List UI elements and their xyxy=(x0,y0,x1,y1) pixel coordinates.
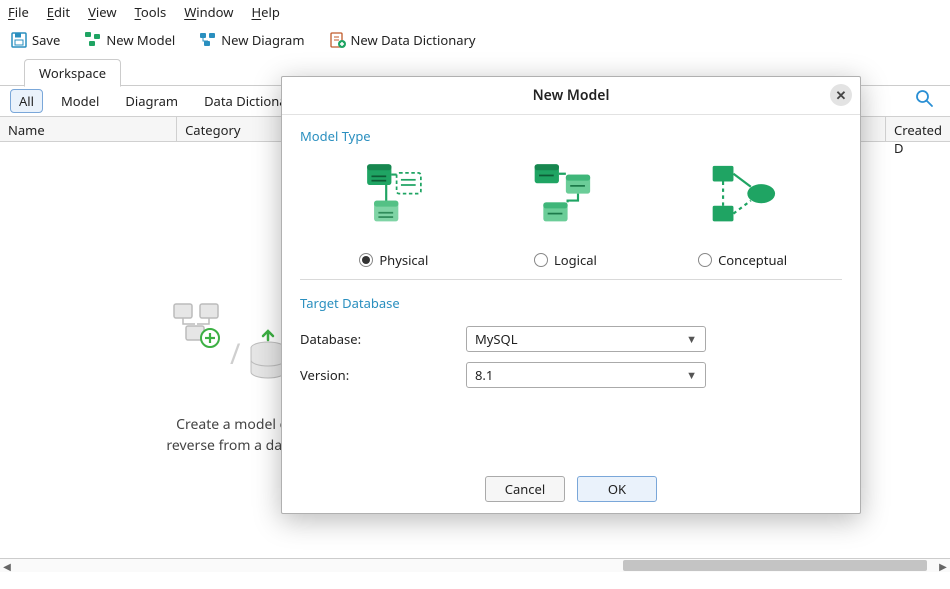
new-diagram-icon xyxy=(199,31,217,49)
chevron-down-icon: ▼ xyxy=(686,332,697,347)
filter-pills: All Model Diagram Data Dictionary xyxy=(10,89,307,113)
version-value: 8.1 xyxy=(475,366,493,384)
filter-all[interactable]: All xyxy=(10,89,43,113)
chevron-down-icon: ▼ xyxy=(686,368,697,383)
radio-logical[interactable]: Logical xyxy=(534,251,597,269)
version-select[interactable]: 8.1 ▼ xyxy=(466,362,706,388)
menu-tools[interactable]: Tools xyxy=(135,3,167,21)
save-label: Save xyxy=(32,31,60,49)
scroll-thumb[interactable] xyxy=(623,560,927,571)
scroll-left-arrow[interactable]: ◀ xyxy=(0,559,14,572)
model-type-physical[interactable]: Physical xyxy=(355,159,433,269)
database-value: MySQL xyxy=(475,330,518,348)
database-label: Database: xyxy=(300,330,466,348)
radio-physical-label: Physical xyxy=(379,251,428,269)
dialog-title: New Model xyxy=(533,86,610,105)
empty-state-line1: Create a model or xyxy=(176,415,294,434)
save-icon xyxy=(10,31,28,49)
ok-button[interactable]: OK xyxy=(577,476,657,502)
menu-help[interactable]: Help xyxy=(252,3,280,21)
radio-dot-icon xyxy=(534,253,548,267)
dialog-button-row: Cancel OK xyxy=(282,465,860,513)
svg-text:/: / xyxy=(230,335,241,373)
radio-conceptual[interactable]: Conceptual xyxy=(698,251,787,269)
close-icon: ✕ xyxy=(836,86,847,104)
physical-icon xyxy=(355,159,433,237)
dialog-titlebar: New Model ✕ xyxy=(282,77,860,115)
section-target-database: Target Database xyxy=(300,294,842,312)
section-model-type: Model Type xyxy=(300,127,842,145)
close-button[interactable]: ✕ xyxy=(830,84,852,106)
new-data-dictionary-label: New Data Dictionary xyxy=(351,31,476,49)
horizontal-scrollbar[interactable]: ◀ ▶ xyxy=(0,558,950,572)
new-data-dictionary-icon xyxy=(329,31,347,49)
radio-dot-icon xyxy=(698,253,712,267)
cancel-label: Cancel xyxy=(505,480,545,498)
new-model-label: New Model xyxy=(106,31,175,49)
filter-diagram[interactable]: Diagram xyxy=(117,90,186,112)
version-label: Version: xyxy=(300,366,466,384)
new-diagram-button[interactable]: New Diagram xyxy=(195,29,308,51)
new-model-button[interactable]: New Model xyxy=(80,29,179,51)
database-select[interactable]: MySQL ▼ xyxy=(466,326,706,352)
save-button[interactable]: Save xyxy=(6,29,64,51)
menu-bar: File Edit View Tools Window Help xyxy=(0,0,950,24)
scroll-right-arrow[interactable]: ▶ xyxy=(936,559,950,572)
model-type-logical[interactable]: Logical xyxy=(526,159,604,269)
filter-model[interactable]: Model xyxy=(53,90,107,112)
conceptual-icon xyxy=(704,159,782,237)
menu-window[interactable]: Window xyxy=(184,3,233,21)
new-model-icon xyxy=(84,31,102,49)
logical-icon xyxy=(526,159,604,237)
menu-edit[interactable]: Edit xyxy=(47,3,70,21)
menu-file[interactable]: File xyxy=(8,3,29,21)
radio-conceptual-label: Conceptual xyxy=(718,251,787,269)
radio-dot-icon xyxy=(359,253,373,267)
scroll-track[interactable] xyxy=(14,559,936,572)
new-diagram-label: New Diagram xyxy=(221,31,304,49)
radio-logical-label: Logical xyxy=(554,251,597,269)
ok-label: OK xyxy=(608,480,626,498)
new-model-dialog: New Model ✕ Model Type xyxy=(281,76,861,514)
model-type-conceptual[interactable]: Conceptual xyxy=(698,159,787,269)
divider xyxy=(300,279,842,280)
cancel-button[interactable]: Cancel xyxy=(485,476,565,502)
toolbar: Save New Model New Diagram New Data Dict… xyxy=(0,24,950,58)
column-created[interactable]: Created D xyxy=(886,117,950,141)
radio-physical[interactable]: Physical xyxy=(359,251,428,269)
column-name[interactable]: Name xyxy=(0,117,177,141)
new-data-dictionary-button[interactable]: New Data Dictionary xyxy=(325,29,480,51)
menu-view[interactable]: View xyxy=(88,3,116,21)
tab-workspace[interactable]: Workspace xyxy=(24,59,121,87)
search-icon[interactable] xyxy=(914,88,940,114)
